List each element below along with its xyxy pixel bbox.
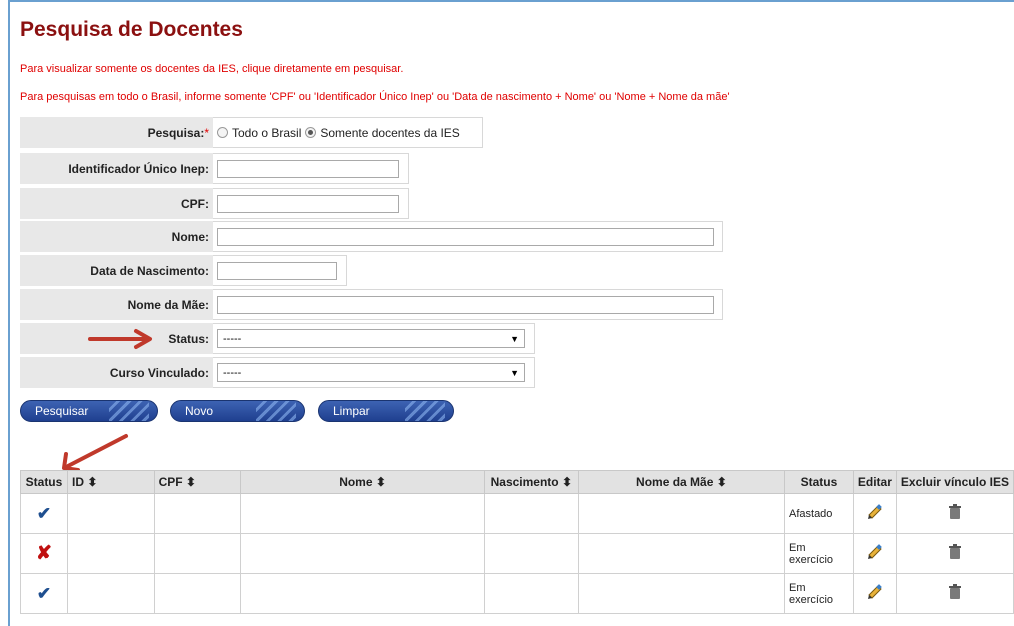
annotation-arrow-status <box>88 329 152 349</box>
row-nascimento: Data de Nascimento: <box>20 255 347 286</box>
row-inep: Identificador Único Inep: <box>20 153 409 184</box>
cpf-field-wrap <box>213 188 409 219</box>
trash-icon[interactable] <box>948 544 962 560</box>
table-row: ✘ Em exercício <box>20 533 1014 574</box>
cell-nome <box>240 533 485 574</box>
col-editar: Editar <box>852 470 897 494</box>
cell-nome-mae <box>577 573 786 614</box>
table-header-row: Status ID ⬍ CPF ⬍ Nome ⬍ Nascimento ⬍ No… <box>20 470 1014 494</box>
check-icon: ✔ <box>36 503 52 523</box>
curso-select[interactable]: ----- ▼ <box>217 363 525 382</box>
pencil-icon[interactable] <box>866 583 884 601</box>
row-cpf: CPF: <box>20 188 409 219</box>
col-status[interactable]: Status <box>20 470 68 494</box>
col-id[interactable]: ID ⬍ <box>66 470 155 494</box>
nome-mae-field-wrap <box>213 289 723 320</box>
delete-cell <box>895 533 1014 574</box>
row-curso: Curso Vinculado: ----- ▼ <box>20 357 535 388</box>
radio-todo-brasil[interactable] <box>217 127 228 138</box>
nome-input[interactable] <box>217 227 714 246</box>
cell-cpf <box>153 493 242 534</box>
info-note-brasil: Para pesquisas em todo o Brasil, informe… <box>20 91 730 103</box>
edit-cell <box>852 533 897 574</box>
cell-id <box>66 493 155 534</box>
cell-id <box>66 573 155 614</box>
cell-nascimento <box>483 493 579 534</box>
dropdown-arrow-icon: ▼ <box>510 367 519 378</box>
row-nome-mae: Nome da Mãe: <box>20 289 723 320</box>
cell-nascimento <box>483 533 579 574</box>
inep-label: Identificador Único Inep: <box>20 153 213 184</box>
inep-field-wrap <box>213 153 409 184</box>
pesquisa-field: Todo o Brasil Somente docentes da IES <box>213 117 483 148</box>
results-table: Status ID ⬍ CPF ⬍ Nome ⬍ Nascimento ⬍ No… <box>20 470 1014 614</box>
pencil-icon[interactable] <box>866 503 884 521</box>
nome-label: Nome: <box>20 221 213 252</box>
cell-cpf <box>153 533 242 574</box>
col-nascimento[interactable]: Nascimento ⬍ <box>483 470 579 494</box>
cpf-label: CPF: <box>20 188 213 219</box>
cell-nome <box>240 493 485 534</box>
pencil-icon[interactable] <box>866 543 884 561</box>
col-excluir: Excluir vínculo IES <box>895 470 1014 494</box>
nome-mae-label: Nome da Mãe: <box>20 289 213 320</box>
status-select[interactable]: ----- ▼ <box>217 329 525 348</box>
nome-mae-input[interactable] <box>217 295 714 314</box>
cell-situacao: Em exercício <box>784 573 854 614</box>
cell-situacao: Afastado <box>784 493 854 534</box>
cell-situacao: Em exercício <box>784 533 854 574</box>
cell-nome <box>240 573 485 614</box>
pesquisar-button[interactable]: Pesquisar <box>20 400 158 422</box>
cell-id <box>66 533 155 574</box>
radio-somente-ies-label[interactable]: Somente docentes da IES <box>320 126 459 140</box>
info-note-ies: Para visualizar somente os docentes da I… <box>20 63 404 75</box>
trash-icon[interactable] <box>948 584 962 600</box>
cell-nome-mae <box>577 493 786 534</box>
nascimento-label: Data de Nascimento: <box>20 255 213 286</box>
limpar-button[interactable]: Limpar <box>318 400 454 422</box>
col-nome-mae[interactable]: Nome da Mãe ⬍ <box>577 470 786 494</box>
col-status-situacao: Status <box>784 470 854 494</box>
edit-cell <box>852 493 897 534</box>
curso-field-wrap: ----- ▼ <box>213 357 535 388</box>
row-nome: Nome: <box>20 221 723 252</box>
cpf-input[interactable] <box>217 194 399 213</box>
row-pesquisa: Pesquisa: * Todo o Brasil Somente docente… <box>20 117 483 148</box>
nascimento-field-wrap <box>213 255 347 286</box>
radio-somente-ies[interactable] <box>305 127 317 138</box>
edit-cell <box>852 573 897 614</box>
col-cpf[interactable]: CPF ⬍ <box>153 470 242 494</box>
curso-label: Curso Vinculado: <box>20 357 213 388</box>
table-row: ✔ Afastado <box>20 493 1014 534</box>
nascimento-input[interactable] <box>217 261 337 280</box>
cell-nascimento <box>483 573 579 614</box>
inep-input[interactable] <box>217 159 399 178</box>
check-icon: ✔ <box>36 583 52 603</box>
cross-icon: ✘ <box>36 543 52 564</box>
delete-cell <box>895 493 1014 534</box>
dropdown-arrow-icon: ▼ <box>510 333 519 344</box>
trash-icon[interactable] <box>948 504 962 520</box>
nome-field-wrap <box>213 221 723 252</box>
novo-button[interactable]: Novo <box>170 400 305 422</box>
cell-nome-mae <box>577 533 786 574</box>
pesquisa-label: Pesquisa: * <box>20 117 213 148</box>
page-title: Pesquisa de Docentes <box>20 18 243 41</box>
delete-cell <box>895 573 1014 614</box>
radio-todo-brasil-label[interactable]: Todo o Brasil <box>232 126 301 140</box>
status-field-wrap: ----- ▼ <box>213 323 535 354</box>
table-row: ✔ Em exercício <box>20 573 1014 614</box>
col-nome[interactable]: Nome ⬍ <box>240 470 485 494</box>
cell-cpf <box>153 573 242 614</box>
